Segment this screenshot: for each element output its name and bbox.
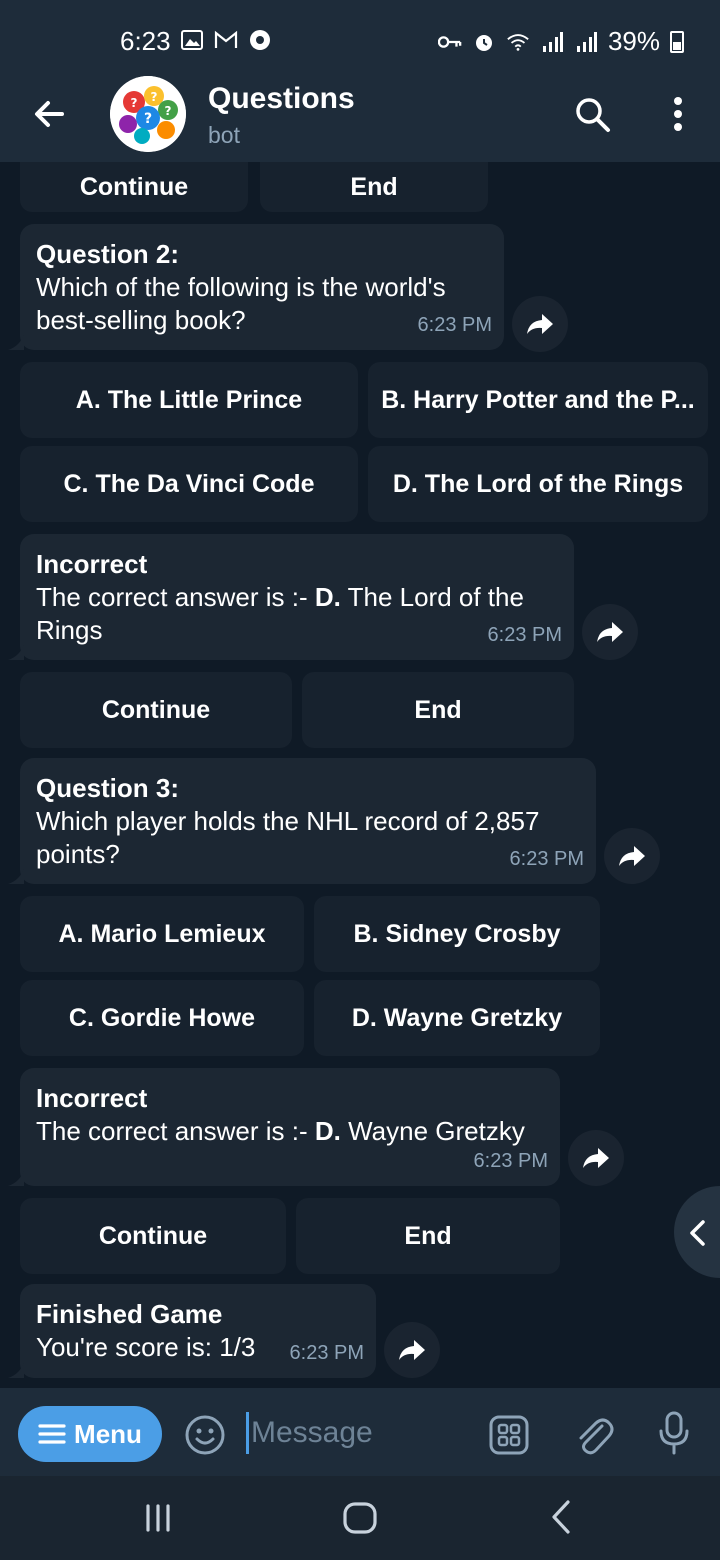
signal-icon-2 (574, 30, 598, 54)
svg-text:?: ? (165, 104, 172, 118)
message-time: 6:23 PM (509, 848, 584, 870)
end-button[interactable]: End (260, 162, 488, 212)
message-input-bar: Menu (0, 1388, 720, 1476)
result-heading: Incorrect (36, 1083, 148, 1113)
forward-arrow-icon (399, 1340, 425, 1360)
option-b-button[interactable]: B. Harry Potter and the P... (368, 362, 708, 438)
bubble-tail (8, 1170, 24, 1186)
final-heading: Finished Game (36, 1299, 223, 1329)
gallery-icon (180, 28, 204, 52)
recent-apps-icon (146, 1504, 170, 1532)
option-b-button[interactable]: B. Sidney Crosby (314, 896, 600, 972)
avatar[interactable]: ? ? ? ? (110, 76, 186, 152)
share-button[interactable] (582, 604, 638, 660)
share-button[interactable] (512, 296, 568, 352)
bot-keyboard-button[interactable] (488, 1414, 530, 1456)
option-a-button[interactable]: A. Mario Lemieux (20, 896, 304, 972)
bubble-tail (8, 868, 24, 884)
share-button[interactable] (604, 828, 660, 884)
continue-button[interactable]: Continue (20, 672, 292, 748)
svg-text:?: ? (144, 111, 152, 127)
message-time: 6:23 PM (487, 624, 562, 646)
recent-apps-button[interactable] (142, 1502, 174, 1539)
forward-arrow-icon (583, 1148, 609, 1168)
vertical-dots-icon (674, 97, 682, 131)
message-bubble-final[interactable]: Finished Game You're score is: 1/3 6:23 … (20, 1284, 376, 1378)
menu-label: Menu (74, 1418, 142, 1449)
search-button[interactable] (572, 94, 614, 136)
share-button[interactable] (384, 1322, 440, 1378)
message-time: 6:23 PM (473, 1150, 548, 1172)
gmail-icon (214, 28, 238, 52)
bot-menu-button[interactable]: Menu (18, 1406, 162, 1462)
home-button[interactable] (342, 1500, 378, 1541)
question-heading: Question 2: (36, 239, 180, 269)
message-bubble-question-3[interactable]: Question 3: Which player holds the NHL r… (20, 758, 596, 884)
back-button[interactable] (28, 92, 72, 136)
battery-icon (670, 30, 684, 53)
option-c-button[interactable]: C. Gordie Howe (20, 980, 304, 1056)
hamburger-icon (38, 1424, 66, 1444)
keyboard-grid-icon (489, 1415, 529, 1455)
option-c-button[interactable]: C. The Da Vinci Code (20, 446, 358, 522)
share-button[interactable] (568, 1130, 624, 1186)
question-heading: Question 3: (36, 773, 180, 803)
question-text: Which player holds the NHL record of 2,8… (36, 806, 540, 869)
svg-text:?: ? (131, 96, 138, 110)
bubble-tail (8, 1362, 24, 1378)
message-bubble-question-2[interactable]: Question 2: Which of the following is th… (20, 224, 504, 350)
message-bubble-result-2[interactable]: Incorrect The correct answer is :- D. Th… (20, 534, 574, 660)
option-d-button[interactable]: D. Wayne Gretzky (314, 980, 600, 1056)
continue-button[interactable]: Continue (20, 162, 248, 212)
message-time: 6:23 PM (289, 1342, 364, 1364)
message-time: 6:23 PM (417, 314, 492, 336)
status-time: 6:23 (120, 26, 171, 56)
result-text: The correct answer is :- D. The Lord of … (36, 582, 524, 645)
paperclip-icon (579, 1418, 614, 1455)
system-navigation-bar (0, 1476, 720, 1560)
message-bubble-result-3[interactable]: Incorrect The correct answer is :- D. Wa… (20, 1068, 560, 1186)
end-button[interactable]: End (302, 672, 574, 748)
forward-arrow-icon (619, 846, 645, 866)
bubble-tail (8, 334, 24, 350)
chat-subtitle: bot (208, 122, 240, 148)
option-d-button[interactable]: D. The Lord of the Rings (368, 446, 708, 522)
chevron-left-icon (552, 1500, 570, 1534)
chat-area[interactable]: Continue End Question 2: Which of the fo… (0, 162, 720, 1388)
chevron-left-icon (690, 1220, 705, 1246)
home-icon (343, 1502, 377, 1534)
chat-title[interactable]: Questions (208, 82, 355, 116)
battery-text: 39% (607, 26, 660, 56)
system-icons: 39% (437, 26, 684, 57)
message-input[interactable] (246, 1412, 470, 1454)
forward-arrow-icon (597, 622, 623, 642)
alarm-icon (472, 30, 496, 54)
option-a-button[interactable]: A. The Little Prince (20, 362, 358, 438)
continue-button[interactable]: Continue (20, 1198, 286, 1274)
microphone-icon (659, 1411, 689, 1455)
notification-icons (180, 28, 272, 52)
end-button[interactable]: End (296, 1198, 560, 1274)
app-notification-icon (248, 28, 272, 52)
smiley-icon (185, 1415, 225, 1455)
attach-button[interactable] (572, 1412, 614, 1456)
result-text: The correct answer is :- D. Wayne Gretzk… (36, 1116, 525, 1146)
signal-icon (540, 30, 564, 54)
svg-text:?: ? (151, 90, 158, 104)
result-heading: Incorrect (36, 549, 148, 579)
forward-arrow-icon (527, 314, 553, 334)
chat-header: ? ? ? ? Questions bot (0, 66, 720, 162)
more-options-button[interactable] (660, 92, 696, 136)
emoji-button[interactable] (184, 1414, 226, 1456)
wifi-icon (506, 30, 530, 54)
bubble-tail (8, 644, 24, 660)
search-icon (576, 98, 610, 132)
arrow-left-icon (35, 101, 64, 127)
system-back-button[interactable] (548, 1498, 574, 1541)
voice-record-button[interactable] (656, 1410, 692, 1456)
question-marks-avatar-icon: ? ? ? ? (110, 76, 186, 152)
vpn-key-icon (437, 30, 462, 54)
question-text: Which of the following is the world's be… (36, 272, 446, 335)
status-bar: 6:23 39% (0, 0, 720, 66)
